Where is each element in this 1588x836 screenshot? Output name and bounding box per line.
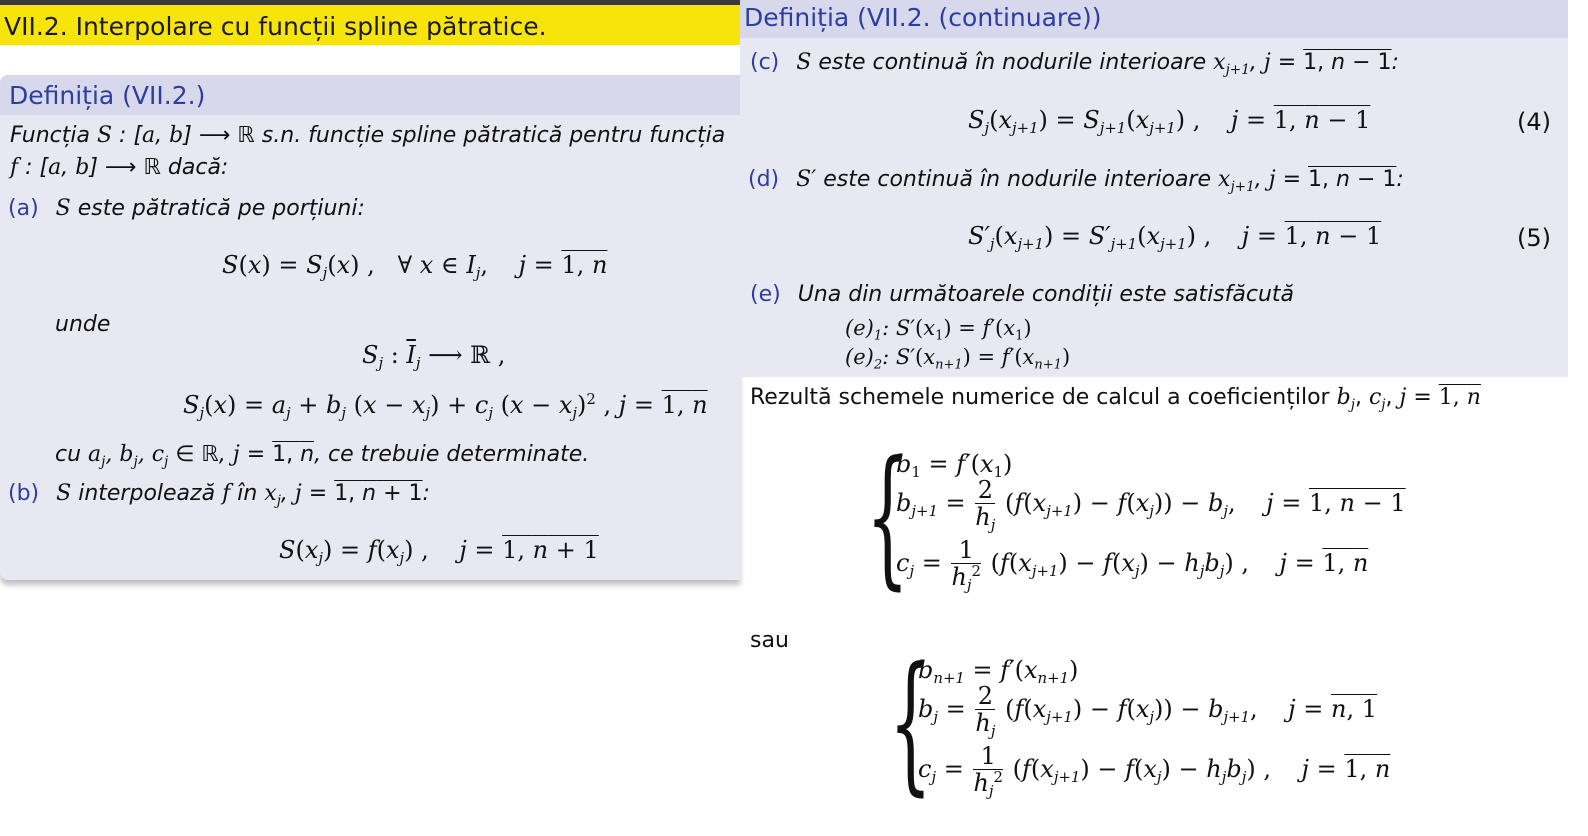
definition-block-continued: Definiția (VII.2. (continuare)) (c) S es… <box>740 0 1568 377</box>
item-a-text: S este pătratică pe porțiuni: <box>55 196 365 221</box>
definition-intro-line2: f : [a, b] ⟶ ℝ dacă: <box>10 155 229 180</box>
definition-block-left: Definiția (VII.2.) Funcția S : [a, b] ⟶ … <box>0 75 740 580</box>
item-e: (e) Una din următoarele condiții este sa… <box>750 282 1294 307</box>
condition-e2: (e)2: S′(xn+1) = f′(xn+1) <box>845 345 1071 373</box>
condition-e1: (e)1: S′(x1) = f′(x1) <box>845 316 1032 344</box>
equation-5: S′j(xj+1) = S′j+1(xj+1) , j = 1, n − 1 <box>968 222 1382 254</box>
continued-block-header: Definiția (VII.2. (continuare)) <box>740 0 1568 38</box>
item-c-label: (c) <box>750 50 780 75</box>
definition-title: Definiția (VII.2.) <box>9 81 206 110</box>
item-e-text: Una din următoarele condiții este satisf… <box>797 282 1295 307</box>
slide-title-bar: VII.2. Interpolare cu funcții spline păt… <box>0 5 740 45</box>
equation-4: Sj(xj+1) = Sj+1(xj+1) , j = 1, n − 1 <box>968 106 1371 138</box>
item-a: (a) S este pătratică pe porțiuni: <box>8 196 365 221</box>
item-d-label: (d) <box>748 167 780 192</box>
equation-5-number: (5) <box>1517 224 1551 252</box>
definition-intro-line1: Funcția S : [a, b] ⟶ ℝ s.n. funcție spli… <box>10 123 726 148</box>
equation-piecewise: S(x) = Sj(x) , ∀ x ∈ Ij, j = 1, n <box>222 251 608 283</box>
equation-4-number: (4) <box>1517 108 1551 136</box>
coefficients-line: cu aj, bj, cj ∈ ℝ, j = 1, n, ce trebuie … <box>55 442 590 470</box>
sau-label: sau <box>750 628 789 653</box>
system2-line1: bn+1 = f′(xn+1) <box>918 656 1079 688</box>
item-a-label: (a) <box>8 196 39 221</box>
definition-block-header: Definiția (VII.2.) <box>0 75 740 115</box>
continued-definition-title: Definiția (VII.2. (continuare)) <box>744 3 1102 32</box>
system1-line2: bj+1 = 2 hj (f(xj+1) − f(xj)) − bj, j = 1… <box>896 476 1406 535</box>
item-b: (b) S interpolează f în xj, j = 1, n + 1… <box>8 481 430 509</box>
system2-line3: cj = 1 hj2 (f(xj+1) − f(xj) − hjbj) , j =… <box>918 742 1391 801</box>
system1-line3: cj = 1 hj2 (f(xj+1) − f(xj) − hjbj) , j =… <box>896 536 1369 595</box>
item-d: (d) S′ este continuă în nodurile interio… <box>748 167 1404 195</box>
slide-title: VII.2. Interpolare cu funcții spline păt… <box>4 12 547 41</box>
item-b-text: S interpolează f în xj, j = 1, n + 1: <box>56 481 430 509</box>
equation-sj-formula: Sj(x) = aj + bj (x − xj) + cj (x − xj)2 … <box>183 390 708 423</box>
equation-sj-domain: Sj : Ij ⟶ ℝ , <box>362 341 506 373</box>
item-b-label: (b) <box>8 481 40 506</box>
schemes-intro: Rezultă schemele numerice de calcul a co… <box>750 385 1481 413</box>
item-e-label: (e) <box>750 282 781 307</box>
equation-interpolation: S(xj) = f(xj) , j = 1, n + 1 <box>279 536 599 568</box>
system1-line1: b1 = f′(x1) <box>896 450 1013 482</box>
system2-line2: bj = 2 hj (f(xj+1) − f(xj)) − bj+1, j = n… <box>918 682 1377 741</box>
unde-label: unde <box>55 312 111 337</box>
item-c: (c) S este continuă în nodurile interioa… <box>750 50 1399 78</box>
